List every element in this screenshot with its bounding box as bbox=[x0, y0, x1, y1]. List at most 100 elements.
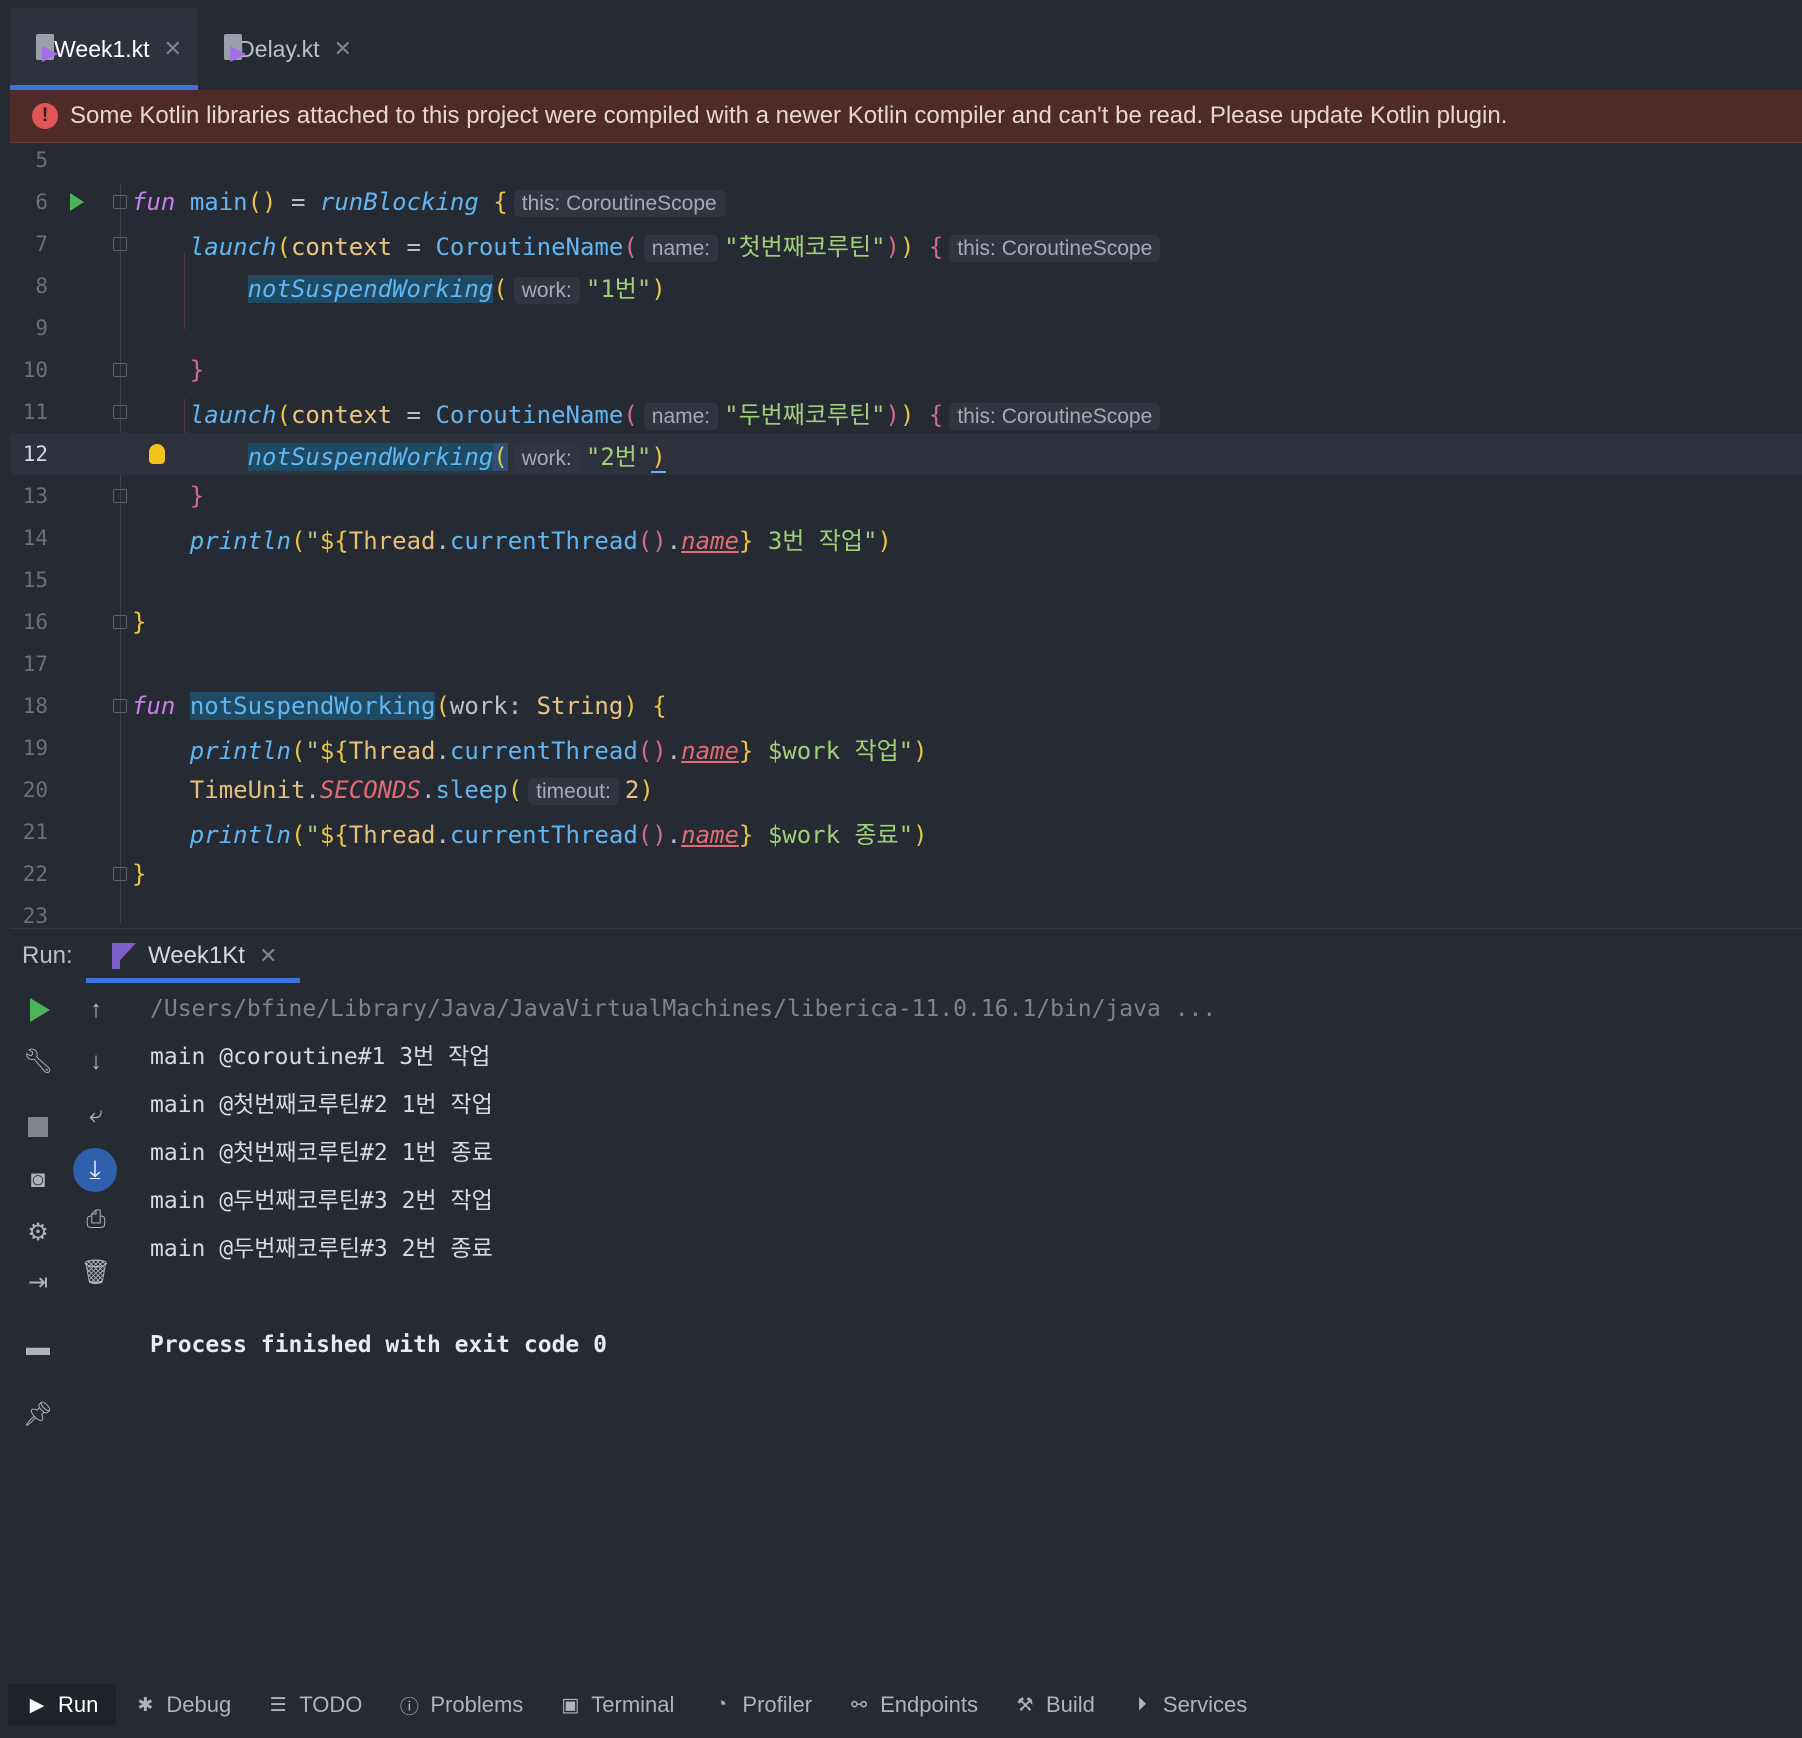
banner-text: Some Kotlin libraries attached to this p… bbox=[70, 102, 1508, 129]
fold-icon[interactable] bbox=[113, 867, 127, 881]
kotlin-file-icon bbox=[34, 34, 58, 64]
tab-week1-kt[interactable]: Week1.kt ✕ bbox=[10, 8, 198, 90]
tool-window-label: Build bbox=[1045, 1692, 1095, 1717]
tool-window-label: Endpoints bbox=[880, 1692, 978, 1717]
console-line: /Users/bfine/Library/Java/JavaVirtualMac… bbox=[150, 996, 1217, 1022]
fold-icon[interactable] bbox=[113, 489, 127, 503]
code-editor[interactable]: 5 6 fun main() = runBlocking {this: Coro… bbox=[10, 143, 1802, 923]
tool-window-build[interactable]: ⚒ Build bbox=[996, 1684, 1113, 1726]
arrow-down-icon[interactable]: ↓ bbox=[82, 1048, 110, 1076]
close-icon[interactable]: ✕ bbox=[259, 943, 277, 969]
run-panel-label: Run: bbox=[22, 942, 73, 969]
run-panel-header: Run: Week1Kt ✕ bbox=[10, 928, 1802, 983]
tool-window-terminal[interactable]: ▣ Terminal bbox=[541, 1684, 692, 1726]
tool-window-services[interactable]: ⏵ Services bbox=[1113, 1684, 1265, 1726]
inlay-hint: work: bbox=[513, 276, 580, 304]
error-icon: ! bbox=[32, 103, 58, 129]
code-line: 6 fun main() = runBlocking {this: Corout… bbox=[10, 181, 1802, 223]
close-icon[interactable]: ✕ bbox=[164, 36, 182, 62]
code-line: 20 TimeUnit.SECONDS.sleep(timeout: 2) bbox=[10, 769, 1802, 811]
kotlin-file-icon bbox=[222, 34, 246, 64]
soft-wrap-icon[interactable]: ⤶ bbox=[82, 1101, 110, 1129]
fold-icon[interactable] bbox=[113, 195, 127, 209]
tool-window-todo[interactable]: ☰ TODO bbox=[249, 1684, 380, 1726]
settings-gear-icon[interactable]: ⚙ bbox=[24, 1218, 52, 1246]
tab-delay-kt[interactable]: Delay.kt ✕ bbox=[198, 8, 368, 90]
code-line: 17 bbox=[10, 643, 1802, 685]
line-number: 7 bbox=[35, 232, 48, 256]
inlay-hint: name: bbox=[643, 234, 719, 262]
fold-icon[interactable] bbox=[113, 405, 127, 419]
tool-window-endpoints[interactable]: ⚯ Endpoints bbox=[830, 1684, 996, 1726]
line-number: 16 bbox=[22, 610, 48, 634]
run-tab-label: Week1Kt bbox=[148, 942, 245, 969]
code-line: 13 } bbox=[10, 475, 1802, 517]
code-line: 22 } bbox=[10, 853, 1802, 895]
code-line: 7 launch(context = CoroutineName(name: "첫… bbox=[10, 223, 1802, 265]
tool-window-label: Debug bbox=[166, 1692, 232, 1717]
list-icon: ☰ bbox=[269, 1694, 287, 1716]
kotlin-plugin-warning-banner: ! Some Kotlin libraries attached to this… bbox=[10, 90, 1802, 143]
line-number: 6 bbox=[35, 190, 48, 214]
inlay-hint: work: bbox=[513, 444, 580, 472]
tool-window-problems[interactable]: ⓘ Problems bbox=[380, 1684, 541, 1726]
tool-window-debug[interactable]: ✱ Debug bbox=[116, 1684, 249, 1726]
code-line: 5 bbox=[10, 143, 1802, 181]
fold-icon[interactable] bbox=[113, 237, 127, 251]
line-number: 5 bbox=[35, 148, 48, 172]
fold-icon[interactable] bbox=[113, 615, 127, 629]
endpoints-icon: ⚯ bbox=[851, 1694, 868, 1716]
tool-window-run[interactable]: ▶ Run bbox=[8, 1684, 117, 1726]
console-line: main @두번째코루틴#3 2번 종료 bbox=[150, 1236, 493, 1262]
profiler-icon: ◔ bbox=[715, 1694, 728, 1715]
tool-window-label: TODO bbox=[299, 1692, 363, 1717]
console-line: main @coroutine#1 3번 작업 bbox=[150, 1044, 491, 1070]
line-number: 19 bbox=[22, 736, 48, 760]
kotlin-icon bbox=[112, 943, 136, 969]
inlay-hint: this: CoroutineScope bbox=[949, 234, 1161, 262]
tab-label: Week1.kt bbox=[54, 35, 150, 62]
fold-icon[interactable] bbox=[113, 699, 127, 713]
bug-icon: ✱ bbox=[137, 1694, 154, 1716]
code-line: 15 bbox=[10, 559, 1802, 601]
code-line: 18 fun notSuspendWorking(work: String) { bbox=[10, 685, 1802, 727]
line-number: 17 bbox=[22, 652, 48, 676]
stop-icon[interactable] bbox=[24, 1113, 52, 1141]
fold-icon[interactable] bbox=[113, 363, 127, 377]
line-number: 11 bbox=[22, 400, 48, 424]
layout-icon[interactable]: ▬ bbox=[24, 1334, 52, 1362]
terminal-icon: ▣ bbox=[561, 1694, 580, 1716]
hammer-icon: ⚒ bbox=[1016, 1694, 1034, 1716]
inlay-hint: name: bbox=[643, 402, 719, 430]
line-number: 14 bbox=[22, 526, 48, 550]
tab-label: Delay.kt bbox=[238, 35, 320, 62]
line-number: 18 bbox=[22, 694, 48, 718]
print-icon[interactable]: ⎙ bbox=[82, 1206, 110, 1234]
run-config-tab[interactable]: Week1Kt ✕ bbox=[86, 929, 300, 983]
trash-icon[interactable]: 🗑︎ bbox=[81, 1258, 111, 1286]
pin-icon[interactable]: 📌︎ bbox=[23, 1400, 53, 1428]
scroll-to-end-icon[interactable]: ⤓ bbox=[73, 1148, 117, 1192]
code-line: 19 println("${Thread.currentThread().nam… bbox=[10, 727, 1802, 769]
code-line: 14 println("${Thread.currentThread().nam… bbox=[10, 517, 1802, 559]
tool-window-label: Services bbox=[1162, 1692, 1248, 1717]
console-output[interactable]: /Users/bfine/Library/Java/JavaVirtualMac… bbox=[150, 985, 1216, 1369]
camera-icon[interactable]: ◙ bbox=[24, 1166, 52, 1194]
arrow-up-icon[interactable]: ↑ bbox=[82, 996, 110, 1024]
run-gutter-icon[interactable] bbox=[70, 193, 84, 211]
wrench-icon[interactable]: 🔧︎ bbox=[23, 1047, 53, 1075]
login-icon[interactable]: ⇥ bbox=[24, 1268, 52, 1296]
console-line: Process finished with exit code 0 bbox=[150, 1332, 607, 1358]
line-number: 21 bbox=[22, 820, 48, 844]
tool-window-label: Problems bbox=[430, 1692, 524, 1717]
play-icon: ▶ bbox=[29, 1694, 45, 1716]
line-number: 10 bbox=[22, 358, 48, 382]
line-number: 15 bbox=[22, 568, 48, 592]
rerun-icon[interactable] bbox=[26, 996, 54, 1024]
close-icon[interactable]: ✕ bbox=[334, 36, 352, 62]
tool-window-profiler[interactable]: ◔ Profiler bbox=[692, 1684, 830, 1726]
code-line-current: 12 notSuspendWorking(work: "2번") bbox=[10, 433, 1802, 475]
line-number: 23 bbox=[22, 904, 48, 923]
line-number: 22 bbox=[22, 862, 48, 886]
line-number: 12 bbox=[22, 442, 48, 466]
